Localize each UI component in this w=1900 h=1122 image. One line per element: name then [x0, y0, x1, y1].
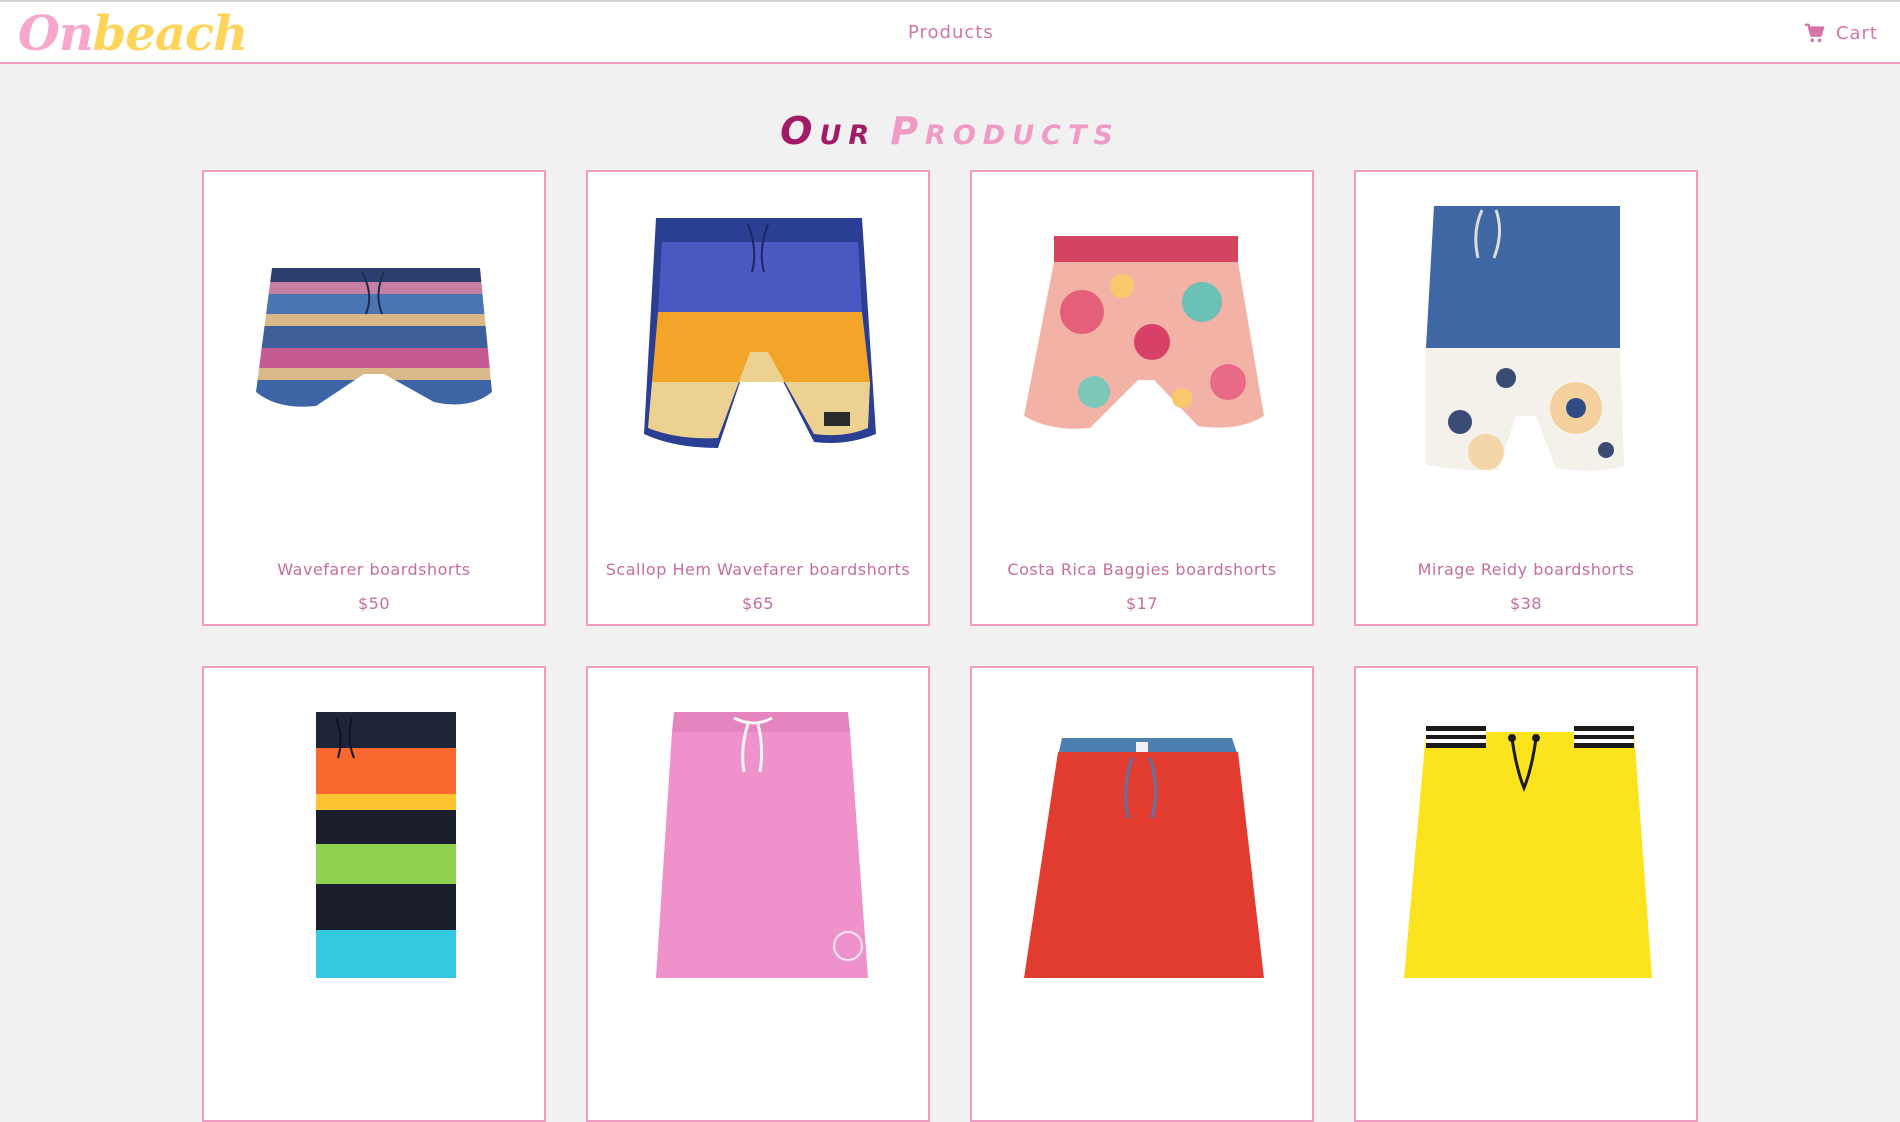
nav-cart-link[interactable]: Cart — [1804, 22, 1878, 44]
product-card[interactable] — [1354, 666, 1698, 1122]
page-title: Our Products — [0, 109, 1900, 153]
product-card[interactable]: Costa Rica Baggies boardshorts $17 — [970, 170, 1314, 626]
logo-text-beach: beach — [92, 6, 248, 62]
product-price: $65 — [741, 594, 775, 613]
product-price: $50 — [357, 594, 391, 613]
blue-yellow-shorts-image — [644, 218, 876, 448]
product-name[interactable]: Wavefarer boardshorts — [204, 560, 544, 579]
product-name[interactable]: Mirage Reidy boardshorts — [1356, 560, 1696, 579]
product-price: $38 — [1509, 594, 1543, 613]
page-title-word-products: Products — [890, 109, 1120, 154]
pink-shorts-image — [656, 712, 868, 978]
yellow-shorts-image — [1404, 726, 1652, 978]
floral-shorts-image — [1024, 236, 1264, 429]
page-title-word-our: Our — [780, 109, 877, 154]
product-card[interactable] — [586, 666, 930, 1122]
product-card[interactable]: Mirage Reidy boardshorts $38 — [1354, 170, 1698, 626]
product-card[interactable] — [202, 666, 546, 1122]
product-card[interactable]: Wavefarer boardshorts $50 — [202, 170, 546, 626]
rainbow-stripe-shorts-image — [316, 712, 456, 978]
nav-cart-label: Cart — [1835, 22, 1878, 44]
blue-sunflower-shorts-image — [1426, 206, 1624, 471]
cart-icon — [1804, 23, 1825, 43]
nav-products-link[interactable]: Products — [908, 22, 994, 43]
product-price: $17 — [1125, 594, 1159, 613]
brand-logo[interactable]: Onbeach — [18, 6, 248, 62]
red-shorts-image — [1024, 738, 1264, 978]
product-name[interactable]: Scallop Hem Wavefarer boardshorts — [588, 560, 928, 579]
product-grid: Wavefarer boardshorts $50 Scallop Hem Wa… — [202, 170, 1698, 1122]
product-name[interactable]: Costa Rica Baggies boardshorts — [972, 560, 1312, 579]
top-navbar: Onbeach Products Cart — [0, 0, 1900, 64]
striped-shorts-image — [256, 268, 492, 407]
product-card[interactable] — [970, 666, 1314, 1122]
logo-text-on: On — [18, 6, 94, 62]
product-card[interactable]: Scallop Hem Wavefarer boardshorts $65 — [586, 170, 930, 626]
